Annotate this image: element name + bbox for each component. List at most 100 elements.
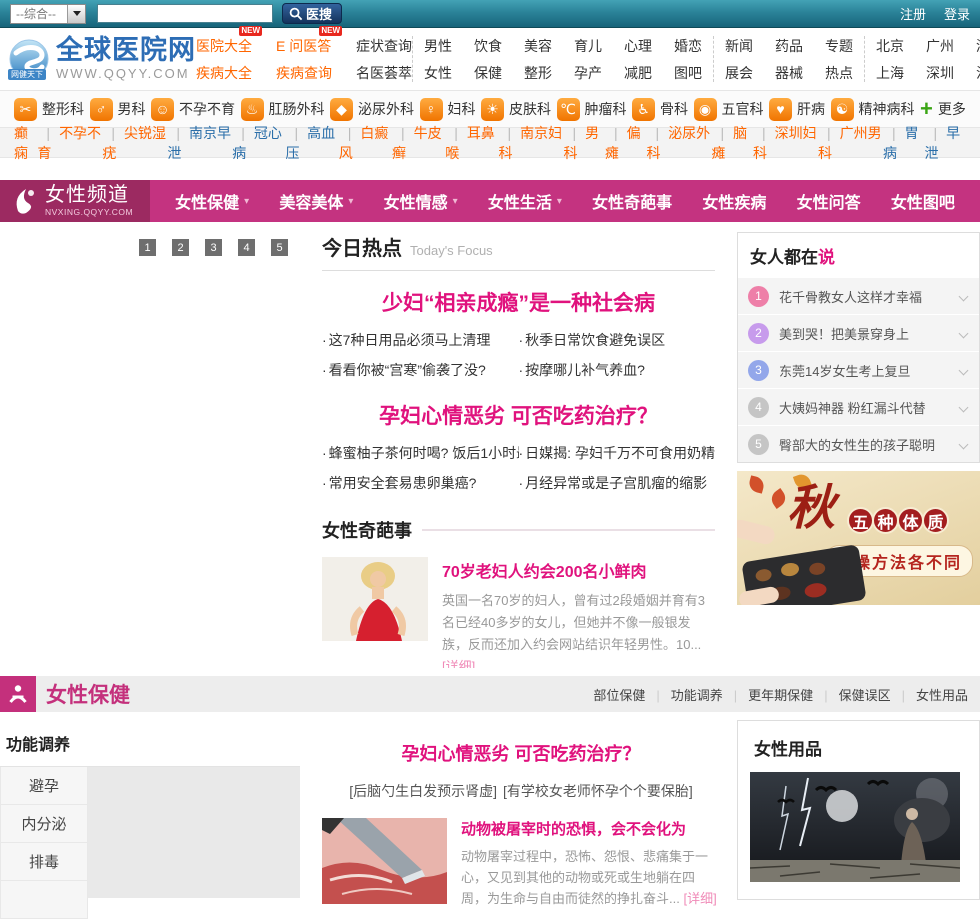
detail-link[interactable]: [详细] — [442, 659, 475, 668]
header-channel-link[interactable]: 饮食 — [474, 36, 502, 56]
channel-menu-item[interactable]: 美容美体 ▾ — [279, 189, 353, 213]
hot-tag-link[interactable]: 早泄 — [924, 123, 966, 163]
hot-tag-link[interactable]: 胃病 — [883, 123, 925, 163]
department-link[interactable]: ✂ 整形科 — [14, 97, 84, 121]
header-city-link[interactable]: 广州 — [926, 36, 954, 56]
hot-tag-link[interactable]: 耳鼻喉 — [445, 123, 498, 163]
department-link[interactable]: ◉ 五官科 — [693, 97, 764, 121]
hot-tag-link[interactable]: 男科 — [563, 123, 605, 163]
hot-tag-link[interactable]: 南京早泄 — [167, 123, 232, 163]
header-quick-link[interactable]: 医院大全 NEW — [196, 25, 262, 56]
health-headline[interactable]: 孕妇心情恶劣 可否吃药治疗？ — [322, 740, 720, 766]
care-tab[interactable]: 内分泌 — [0, 805, 88, 843]
channel-menu-item[interactable]: 女性奇葩事 — [592, 189, 672, 213]
search-input[interactable] — [97, 4, 273, 23]
header-channel-link[interactable]: 整形 — [524, 63, 552, 83]
hot-tag-link[interactable]: 癫痫 — [14, 123, 37, 163]
channel-logo[interactable]: 女性频道 NVXING.QQYY.COM — [0, 180, 150, 222]
header-channel-link[interactable]: 减肥 — [624, 63, 652, 83]
women-say-item[interactable]: 5 臀部大的女性生的孩子聪明 — [738, 425, 979, 462]
hot-tag-link[interactable]: 广州男科 — [818, 123, 883, 163]
autumn-ad-banner[interactable]: 秋 五种体质 解燥方法各不同 — [737, 471, 980, 605]
women-say-item[interactable]: 4 大姨妈神器 粉红漏斗代替 — [738, 388, 979, 425]
header-quick-link[interactable]: 疾病大全 — [196, 63, 252, 83]
focus-headline[interactable]: 少妇“相亲成瘾”是一种社会病 — [322, 287, 715, 317]
care-tab[interactable]: 避孕 — [0, 767, 88, 805]
focus-link[interactable]: 月经异常或是子宫肌瘤的缩影 — [519, 470, 716, 497]
health-section-link[interactable]: 更年期保健 — [723, 685, 813, 704]
site-logo[interactable]: 网健天下 全球医院网 WWW.QQYY.COM — [8, 37, 196, 81]
focus-link[interactable]: 这7种日用品必须马上清理 — [322, 327, 519, 354]
hot-tag-link[interactable]: 不孕不育 — [37, 123, 102, 163]
slider-page-button[interactable]: 1 — [139, 239, 156, 256]
department-link[interactable]: ☺ 不孕不育 — [151, 97, 235, 121]
hot-tag-link[interactable]: 冠心病 — [232, 123, 285, 163]
article-image-link[interactable] — [322, 818, 447, 909]
hot-tag-link[interactable]: 尖锐湿疣 — [102, 123, 167, 163]
women-say-item[interactable]: 2 美到哭！把美景穿身上 — [738, 314, 979, 351]
header-city-link[interactable]: 浙江 — [976, 36, 980, 56]
care-tab[interactable] — [0, 881, 88, 919]
hot-tag-link[interactable]: 脑瘫 — [712, 123, 754, 163]
search-button[interactable]: 医搜 — [282, 3, 343, 24]
slider-page-button[interactable]: 4 — [238, 239, 255, 256]
focus-link[interactable]: 日媒揭: 孕妇千万不可食用奶精! — [519, 440, 715, 467]
health-section-link[interactable]: 女性用品 — [891, 685, 968, 704]
hot-tag-link[interactable]: 南京妇科 — [499, 123, 564, 163]
department-link[interactable]: ♨ 肛肠外科 — [240, 97, 325, 121]
channel-menu-item[interactable]: 女性生活 ▾ — [488, 189, 562, 213]
header-info-link[interactable]: 专题 — [825, 36, 853, 56]
hot-tag-link[interactable]: 白癜风 — [339, 123, 392, 163]
channel-menu-item[interactable]: 女性疾病 — [702, 189, 766, 213]
header-quick-link[interactable]: E 问医答 NEW — [276, 25, 342, 56]
header-city-link[interactable]: 北京 — [876, 36, 904, 56]
article-title[interactable]: 动物被屠宰时的恐惧，会不会化为 — [461, 818, 720, 839]
more-departments-link[interactable]: + 更多 — [920, 98, 966, 120]
department-link[interactable]: ♂ 男科 — [89, 97, 146, 121]
header-quick-link[interactable]: 疾病查询 — [276, 63, 332, 83]
focus-headline[interactable]: 孕妇心情恶劣 可否吃药治疗？ — [322, 400, 715, 430]
header-info-link[interactable]: 展会 — [725, 63, 753, 83]
channel-menu-item[interactable]: 女性问答 — [797, 189, 861, 213]
focus-link[interactable]: 按摩哪儿补气养血? — [519, 357, 716, 384]
department-link[interactable]: ♥ 肝病 — [769, 97, 825, 121]
header-channel-link[interactable]: 图吧 — [674, 63, 702, 83]
header-city-link[interactable]: 上海 — [876, 63, 904, 83]
header-channel-link[interactable]: 美容 — [524, 36, 552, 56]
department-link[interactable]: ◆ 泌尿外科 — [330, 97, 414, 121]
hot-tag-link[interactable]: 泌尿外科 — [647, 123, 712, 163]
slider-page-button[interactable]: 5 — [271, 239, 288, 256]
women-say-item[interactable]: 3 东莞14岁女生考上复旦 — [738, 351, 979, 388]
channel-menu-item[interactable]: 女性情感 ▾ — [384, 189, 458, 213]
focus-link[interactable]: 常用安全套易患卵巢癌? — [322, 470, 519, 497]
header-channel-link[interactable]: 保健 — [474, 63, 502, 83]
header-channel-link[interactable]: 男性 — [424, 36, 452, 56]
header-info-link[interactable]: 新闻 — [725, 36, 753, 56]
women-say-item[interactable]: 1 花千骨教女人这样才幸福 — [738, 277, 979, 314]
health-sub-link[interactable]: [后脑勺生白发预示肾虚] — [349, 781, 497, 801]
hot-tag-link[interactable]: 偏瘫 — [605, 123, 647, 163]
header-quick-link[interactable]: 名医荟萃 — [356, 63, 412, 83]
focus-link[interactable]: 看看你被“宫寒”偷袭了没? — [322, 357, 519, 384]
header-info-link[interactable]: 药品 — [775, 36, 803, 56]
detail-link[interactable]: [详细] — [683, 891, 716, 906]
focus-link[interactable]: 秋季日常饮食避免误区 — [519, 327, 716, 354]
department-link[interactable]: ☀ 皮肤科 — [481, 97, 551, 121]
select-arrow-icon[interactable] — [67, 4, 85, 23]
header-city-link[interactable]: 深圳 — [926, 63, 954, 83]
hot-tag-link[interactable]: 深圳妇科 — [753, 123, 818, 163]
department-link[interactable]: ♿ 骨科 — [632, 97, 688, 121]
feature-image-link[interactable] — [322, 557, 428, 668]
header-channel-link[interactable]: 孕产 — [574, 63, 602, 83]
focus-link[interactable]: 蜂蜜柚子茶何时喝? 饭后1小时最 — [322, 440, 519, 467]
health-section-link[interactable]: 部位保健 — [593, 685, 645, 704]
department-link[interactable]: ☯ 精神病科 — [830, 97, 915, 121]
hot-tag-link[interactable]: 牛皮癣 — [392, 123, 445, 163]
header-city-link[interactable]: 江苏 — [976, 63, 980, 83]
channel-menu-item[interactable]: 女性保健 ▾ — [175, 189, 249, 213]
department-link[interactable]: ♀ 妇科 — [419, 97, 476, 121]
header-channel-link[interactable]: 心理 — [624, 36, 652, 56]
feature-title[interactable]: 70岁老妇人约会200名小鲜肉 — [442, 558, 715, 582]
slider-page-button[interactable]: 2 — [172, 239, 189, 256]
register-link[interactable]: 注册 — [900, 4, 926, 23]
